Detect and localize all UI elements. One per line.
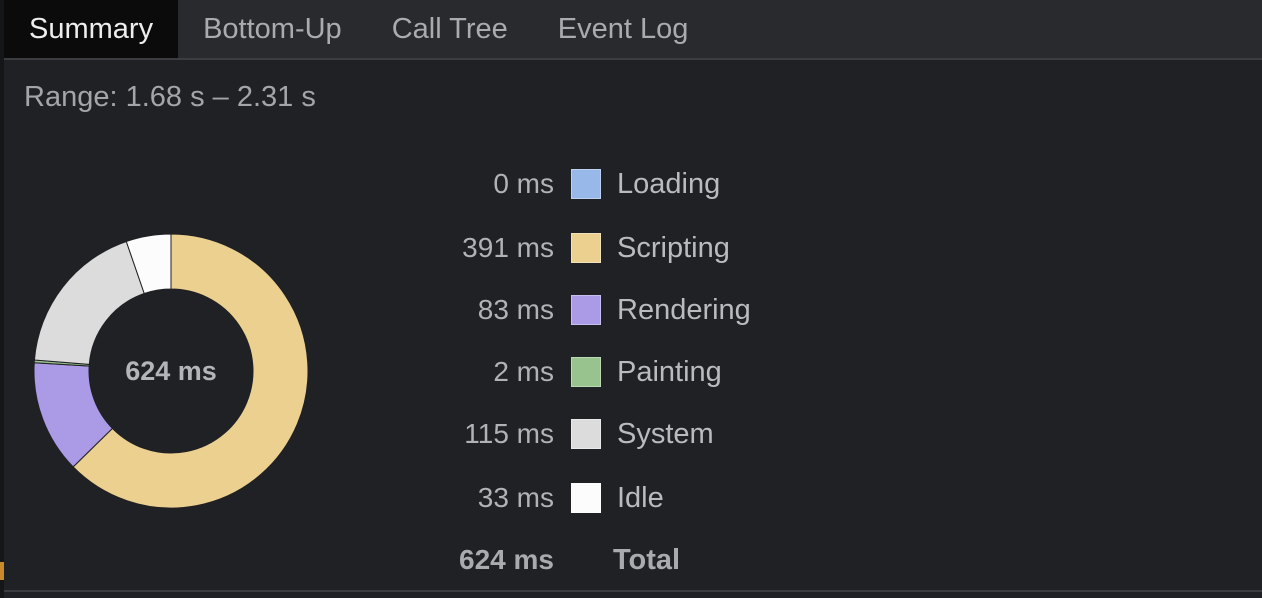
scripting-label: Scripting — [617, 231, 730, 264]
idle-label: Idle — [617, 481, 664, 514]
range-label: Range: 1.68 s – 2.31 s — [24, 81, 316, 113]
performance-summary-panel: Summary Bottom-Up Call Tree Event Log Ra… — [0, 0, 1262, 598]
rendering-label: Rendering — [617, 293, 751, 326]
rendering-color-swatch — [571, 295, 601, 325]
painting-label: Painting — [617, 355, 722, 388]
legend-row-scripting: 391 ms Scripting — [404, 228, 730, 268]
scripting-time: 391 ms — [462, 232, 554, 263]
system-time: 115 ms — [464, 418, 554, 449]
legend-row-loading: 0 ms Loading — [404, 164, 720, 204]
legend-row-painting: 2 ms Painting — [404, 352, 722, 392]
loading-time: 0 ms — [493, 168, 554, 199]
tab-summary[interactable]: Summary — [4, 0, 179, 58]
idle-time: 33 ms — [477, 482, 554, 513]
donut-slice-system — [33, 240, 145, 365]
legend-row-system: 115 ms System — [404, 414, 714, 454]
resize-handle-marker — [0, 562, 4, 580]
painting-time: 2 ms — [493, 356, 554, 387]
system-color-swatch — [571, 419, 601, 449]
donut-center-total: 624 ms — [125, 356, 217, 386]
rendering-time: 83 ms — [477, 294, 554, 325]
painting-color-swatch — [571, 357, 601, 387]
time-breakdown-donut-chart: 624 ms — [33, 233, 309, 509]
total-time: 624 ms — [459, 544, 554, 575]
legend-row-total: 624 ms Total — [404, 540, 680, 580]
loading-label: Loading — [617, 167, 721, 200]
total-label: Total — [613, 543, 681, 576]
system-label: System — [617, 417, 714, 450]
tab-bottom-up[interactable]: Bottom-Up — [178, 0, 367, 58]
scripting-color-swatch — [571, 233, 601, 263]
idle-color-swatch — [571, 483, 601, 513]
tab-event-log[interactable]: Event Log — [533, 0, 714, 58]
loading-color-swatch — [571, 169, 601, 199]
tab-call-tree[interactable]: Call Tree — [367, 0, 533, 58]
tab-bar: Summary Bottom-Up Call Tree Event Log — [4, 0, 1262, 60]
legend-row-idle: 33 ms Idle — [404, 478, 664, 518]
panel-bottom-border — [4, 590, 1262, 598]
legend-row-rendering: 83 ms Rendering — [404, 290, 751, 330]
